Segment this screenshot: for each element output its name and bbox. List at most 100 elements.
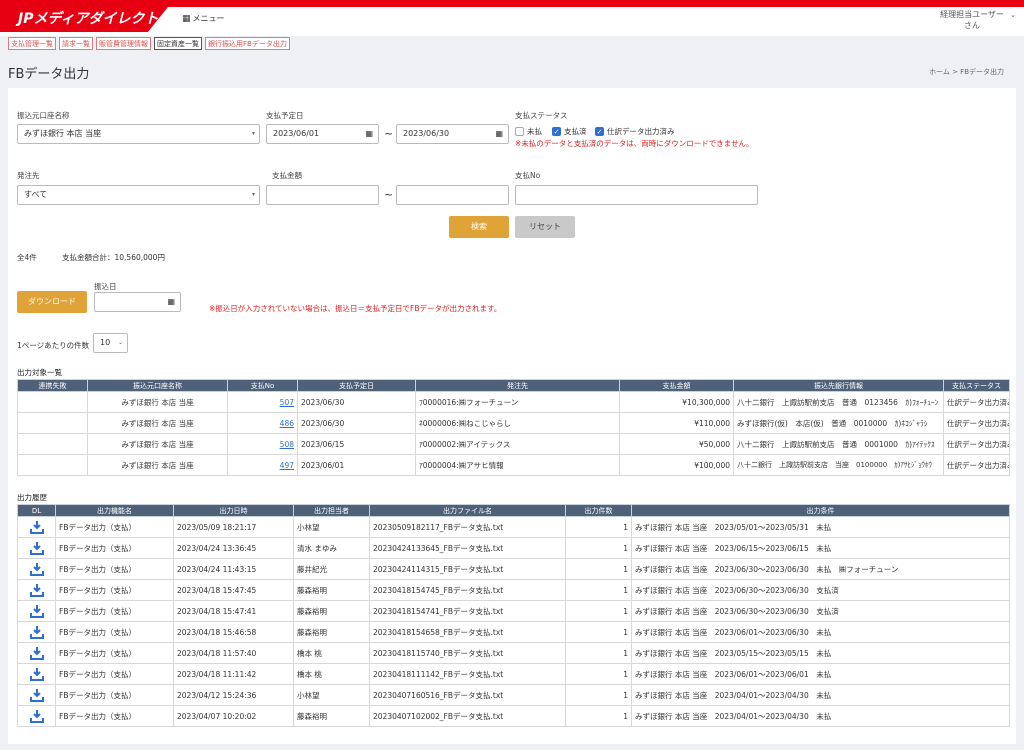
download-cell [17, 621, 56, 643]
tab-fb-output[interactable]: 銀行振込用FBデータ出力 [205, 37, 290, 50]
output-count-cell: 1 [565, 684, 632, 706]
output-by-cell: 藤森裕明 [293, 579, 370, 601]
col-pay-status[interactable]: 支払ステータス [943, 379, 1010, 392]
payno-input[interactable] [515, 185, 758, 205]
download-icon[interactable] [29, 647, 44, 660]
col-vendor[interactable]: 発注先 [415, 379, 620, 392]
col-output-at[interactable]: 出力日時 [173, 504, 294, 517]
function-cell: FBデータ出力（支払） [55, 621, 174, 643]
chevron-down-icon: ⌄ [117, 339, 123, 346]
download-icon[interactable] [29, 689, 44, 702]
table-row: FBデータ出力（支払） 2023/04/18 15:46:58 藤森裕明 202304… [17, 621, 1010, 643]
download-button[interactable]: ダウンロード [17, 291, 87, 313]
download-icon[interactable] [29, 668, 44, 681]
output-at-cell: 2023/04/18 11:57:40 [173, 642, 294, 664]
calendar-icon[interactable]: ▦ [167, 293, 175, 311]
col-pay-no[interactable]: 支払No [227, 379, 298, 392]
dest-bank-cell: みずほ銀行(仮) 本店(仮) 普通 0010000 ｶ)ﾈｺｼﾞｬﾗｼ [733, 412, 944, 434]
sync-failed-cell [17, 454, 88, 476]
due-date-label: 支払予定日 [266, 111, 304, 120]
dest-bank-cell: 八十二銀行 上諏訪駅前支店 普通 0123456 ｶ)ﾌｫｰﾁｭｰﾝ [733, 391, 944, 413]
file-name-cell: 20230407102002_FBデータ支払.txt [369, 705, 566, 727]
source-account-cell: みずほ銀行 本店 当座 [87, 391, 228, 413]
main-panel: 振込元口座名称 みずほ銀行 本店 当座 ▾ 支払予定日 2023/06/01 ▦… [8, 88, 1016, 744]
col-due-date[interactable]: 支払予定日 [297, 379, 416, 392]
table-row: FBデータ出力（支払） 2023/04/18 11:11:42 橋本 桃 202304… [17, 663, 1010, 685]
file-name-cell: 20230418111142_FBデータ支払.txt [369, 663, 566, 685]
checkbox-checked-icon[interactable]: ✓ [595, 127, 604, 136]
col-amount[interactable]: 支払金額 [619, 379, 734, 392]
download-cell [17, 579, 56, 601]
output-count-cell: 1 [565, 642, 632, 664]
logo[interactable]: JPメディアダイレクト [0, 7, 168, 32]
file-name-cell: 20230424114315_FBデータ支払.txt [369, 558, 566, 580]
amount-to-input[interactable] [396, 185, 509, 205]
payno-label: 支払No [515, 171, 541, 180]
due-date-from-input[interactable]: 2023/06/01 ▦ [266, 124, 379, 144]
status-paid-checkbox[interactable]: ✓ 支払済 [552, 126, 587, 137]
output-at-cell: 2023/04/12 15:24:36 [173, 684, 294, 706]
pay-no-link[interactable]: 508 [280, 440, 294, 449]
download-icon[interactable] [29, 563, 44, 576]
calendar-icon[interactable]: ▦ [365, 125, 373, 143]
download-icon[interactable] [29, 584, 44, 597]
targets-title: 出力対象一覧 [17, 368, 62, 377]
col-source-account[interactable]: 振込元口座名称 [87, 379, 228, 392]
checkbox-checked-icon[interactable]: ✓ [552, 127, 561, 136]
status-unpaid-checkbox[interactable]: 未払 [515, 126, 542, 137]
pay-status-cell: 仕訳データ出力済み [943, 391, 1010, 413]
col-dl[interactable]: DL [17, 504, 56, 517]
download-cell [17, 705, 56, 727]
output-by-cell: 小林望 [293, 684, 370, 706]
col-output-condition[interactable]: 出力条件 [631, 504, 1010, 517]
breadcrumb[interactable]: ホーム > FBデータ出力 [929, 67, 1004, 77]
tab-sga-info[interactable]: 販管費管理情報 [96, 37, 151, 50]
pay-no-link[interactable]: 486 [280, 419, 294, 428]
pay-no-link[interactable]: 507 [280, 398, 294, 407]
amount-cell: ¥110,000 [619, 412, 734, 434]
col-output-by[interactable]: 出力担当者 [293, 504, 370, 517]
reset-button[interactable]: リセット [515, 216, 575, 238]
source-account-select[interactable]: みずほ銀行 本店 当座 ▾ [17, 124, 260, 144]
transfer-date-input[interactable]: ▦ [94, 292, 181, 312]
due-date-to-input[interactable]: 2023/06/30 ▦ [396, 124, 509, 144]
output-condition-cell: みずほ銀行 本店 当座 2023/04/01〜2023/04/30 未払 [631, 705, 1010, 727]
menu-button[interactable]: ▦ メニュー [182, 13, 225, 24]
tab-fixed-assets[interactable]: 固定資産一覧 [154, 37, 202, 50]
amount-cell: ¥10,300,000 [619, 391, 734, 413]
amount-from-input[interactable] [266, 185, 379, 205]
due-date-cell: 2023/06/15 [297, 433, 416, 455]
file-name-cell: 20230418115740_FBデータ支払.txt [369, 642, 566, 664]
pay-no-cell: 497 [227, 454, 298, 476]
user-menu[interactable]: 経理担当ユーザー さん ⌄ [932, 9, 1016, 31]
status-journal-output-checkbox[interactable]: ✓ 仕訳データ出力済み [595, 126, 675, 137]
col-dest-bank[interactable]: 振込先銀行情報 [733, 379, 944, 392]
download-icon[interactable] [29, 626, 44, 639]
history-table: DL 出力機能名 出力日時 出力担当者 出力ファイル名 出力件数 出力条件 FB… [17, 504, 1010, 727]
page-size-select[interactable]: 10 ⌄ [93, 333, 128, 353]
checkbox-unchecked-icon[interactable] [515, 127, 524, 136]
download-icon[interactable] [29, 605, 44, 618]
calendar-icon[interactable]: ▦ [495, 125, 503, 143]
vendor-select[interactable]: すべて ▾ [17, 185, 260, 205]
output-at-cell: 2023/04/18 15:47:41 [173, 600, 294, 622]
table-row: FBデータ出力（支払） 2023/04/24 13:36:45 清水 まゆみ 2023… [17, 537, 1010, 559]
transfer-date-label: 振込日 [94, 282, 117, 291]
due-date-to-value: 2023/06/30 [403, 129, 450, 138]
output-count-cell: 1 [565, 600, 632, 622]
tab-payment-list[interactable]: 支払管理一覧 [8, 37, 56, 50]
download-icon[interactable] [29, 521, 44, 534]
col-sync-failed[interactable]: 連携失敗 [17, 379, 88, 392]
table-row: みずほ銀行 本店 当座 507 2023/06/30 ﾌ0000016:㈱フォー… [17, 391, 1010, 413]
pay-no-link[interactable]: 497 [280, 461, 294, 470]
search-button[interactable]: 検索 [449, 216, 509, 238]
download-icon[interactable] [29, 710, 44, 723]
col-file-name[interactable]: 出力ファイル名 [369, 504, 566, 517]
page-title: FBデータ出力 [8, 67, 90, 82]
col-output-count[interactable]: 出力件数 [565, 504, 632, 517]
download-icon[interactable] [29, 542, 44, 555]
output-condition-cell: みずほ銀行 本店 当座 2023/06/30〜2023/06/30 支払済 [631, 579, 1010, 601]
tab-invoice-list[interactable]: 請求一覧 [59, 37, 93, 50]
output-by-cell: 清水 まゆみ [293, 537, 370, 559]
col-function[interactable]: 出力機能名 [55, 504, 174, 517]
